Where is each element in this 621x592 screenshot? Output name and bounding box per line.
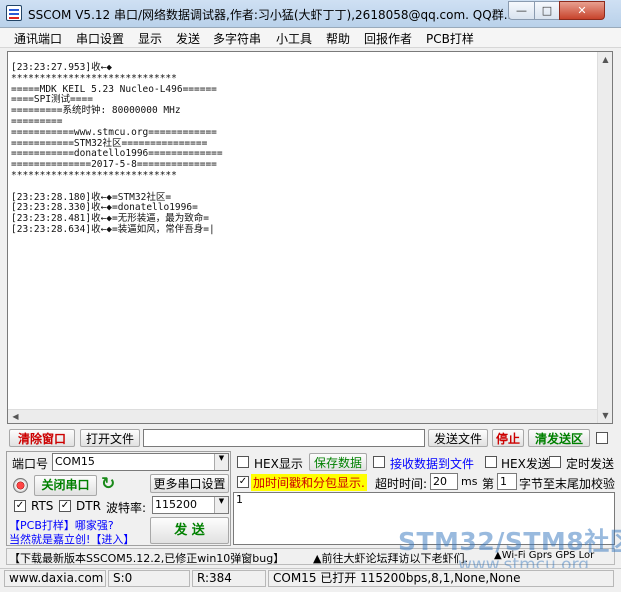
- app-icon: [6, 5, 22, 21]
- extra-checkbox[interactable]: [596, 432, 608, 444]
- checksum-label: 字节至末尾加校验: [519, 477, 616, 491]
- horizontal-scrollbar[interactable]: ◀: [8, 409, 597, 423]
- timeout-unit: ms: [461, 475, 478, 488]
- more-port-settings-button[interactable]: 更多串口设置: [150, 474, 229, 493]
- timeout-label: 超时时间:: [375, 477, 428, 491]
- menu-display[interactable]: 显示: [138, 30, 162, 47]
- menu-multi-string[interactable]: 多字符串: [213, 30, 261, 47]
- vertical-scrollbar[interactable]: ▲ ▼: [597, 52, 612, 423]
- hex-display-label: HEX显示: [254, 457, 303, 471]
- scroll-up-icon[interactable]: ▲: [598, 52, 613, 67]
- hex-display-checkbox[interactable]: [237, 456, 249, 468]
- menu-tools[interactable]: 小工具: [276, 30, 312, 47]
- menu-serial-settings[interactable]: 串口设置: [76, 30, 124, 47]
- status-port: COM15 已打开 115200bps,8,1,None,None: [268, 570, 614, 587]
- send-file-button[interactable]: 发送文件: [428, 429, 488, 447]
- scroll-down-icon[interactable]: ▼: [598, 408, 613, 423]
- receive-area[interactable]: [23:23:27.953]收←◆ **********************…: [7, 51, 613, 424]
- stop-button[interactable]: 停止: [492, 429, 524, 447]
- timestamp-checkbox[interactable]: ✓: [237, 476, 249, 488]
- clear-send-button[interactable]: 清发送区: [528, 429, 590, 447]
- clear-window-button[interactable]: 清除窗口: [9, 429, 75, 447]
- watermark-logo: STM32/STM8社区: [398, 527, 621, 556]
- port-status-light-icon: [13, 478, 28, 493]
- dtr-checkbox[interactable]: ✓: [59, 500, 71, 512]
- rts-checkbox[interactable]: ✓: [14, 500, 26, 512]
- recv-to-file-checkbox[interactable]: [373, 456, 385, 468]
- save-data-button[interactable]: 保存数据: [309, 453, 367, 471]
- status-sent: S:0: [108, 570, 190, 587]
- menu-send[interactable]: 发送: [176, 30, 200, 47]
- file-path-field[interactable]: [143, 429, 425, 447]
- status-site[interactable]: www.daxia.com: [4, 570, 106, 587]
- timed-send-label: 定时发送: [566, 457, 615, 471]
- receive-text: [23:23:27.953]收←◆ **********************…: [11, 62, 223, 235]
- port-label: 端口号: [12, 457, 49, 471]
- open-file-button[interactable]: 打开文件: [80, 429, 140, 447]
- nth-label: 第: [482, 477, 495, 491]
- close-port-button[interactable]: 关闭串口: [34, 475, 97, 496]
- menu-help[interactable]: 帮助: [326, 30, 350, 47]
- close-button[interactable]: ✕: [559, 1, 605, 20]
- rts-label: RTS: [31, 499, 54, 513]
- refresh-icon[interactable]: ↻: [101, 474, 115, 494]
- baud-select-value: 115200: [155, 498, 197, 511]
- hex-send-checkbox[interactable]: [485, 456, 497, 468]
- menu-report-author[interactable]: 回报作者: [364, 30, 412, 47]
- timed-send-checkbox[interactable]: [549, 456, 561, 468]
- nth-byte-input[interactable]: 1: [497, 473, 517, 490]
- baud-dropdown-icon[interactable]: ▼: [214, 497, 228, 513]
- hex-send-label: HEX发送: [501, 457, 550, 471]
- ticker-download[interactable]: 【下载最新版本SSCOM5.12.2,已修正win10弹窗bug】: [9, 550, 284, 566]
- maximize-button[interactable]: □: [534, 1, 560, 20]
- menu-pcb[interactable]: PCB打样: [426, 30, 474, 47]
- recv-to-file-label: 接收数据到文件: [390, 457, 475, 471]
- port-select[interactable]: COM15: [52, 453, 229, 471]
- port-select-value: COM15: [55, 455, 95, 468]
- timestamp-label: 加时间戳和分包显示.: [251, 474, 367, 491]
- minimize-button[interactable]: —: [508, 1, 535, 20]
- dtr-label: DTR: [76, 499, 101, 513]
- menu-port[interactable]: 通讯端口: [14, 30, 62, 47]
- jlc-promo-link[interactable]: 当然就是嘉立创!【进入】: [9, 531, 134, 547]
- scroll-left-icon[interactable]: ◀: [8, 409, 23, 424]
- baud-label: 波特率:: [106, 501, 147, 515]
- timeout-input[interactable]: 20: [430, 473, 458, 490]
- window-title: SSCOM V5.12 串口/网络数据调试器,作者:习小猛(大虾丁丁),2618…: [28, 8, 516, 22]
- port-dropdown-icon[interactable]: ▼: [214, 454, 228, 470]
- send-button[interactable]: 发 送: [150, 517, 229, 544]
- status-received: R:384: [192, 570, 266, 587]
